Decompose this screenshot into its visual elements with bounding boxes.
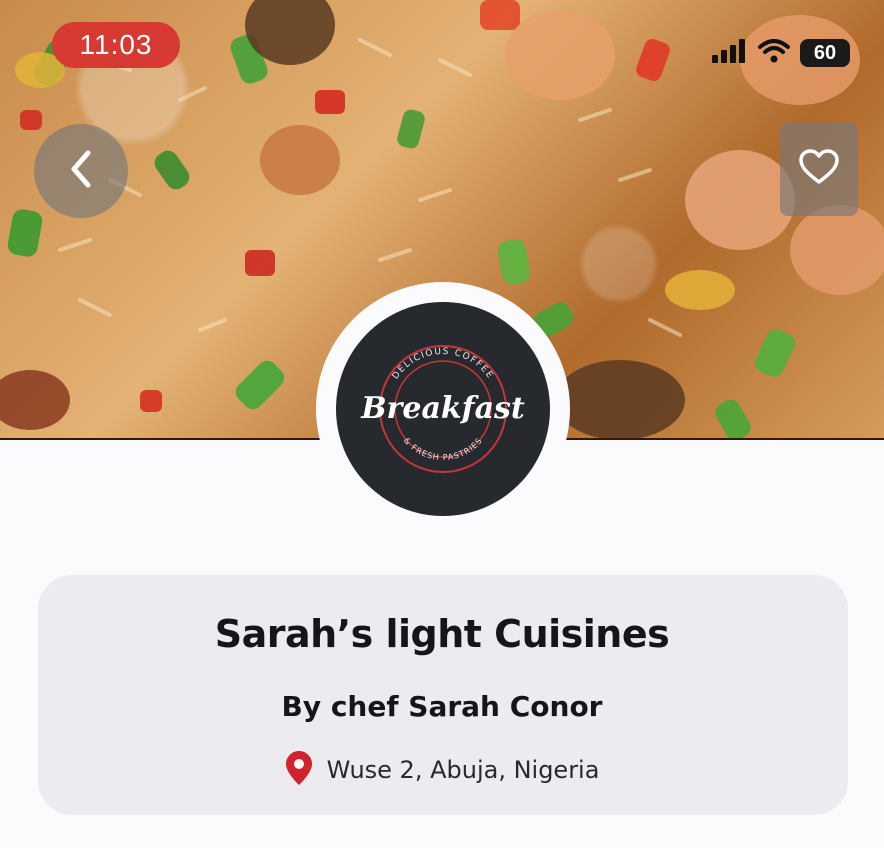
status-time: 11:03 (52, 22, 180, 68)
chevron-left-icon (66, 149, 96, 193)
back-button[interactable] (34, 124, 128, 218)
map-pin-icon (285, 750, 313, 790)
wifi-icon (758, 39, 790, 67)
restaurant-name: Sarah’s light Cuisines (214, 612, 670, 656)
heart-icon (799, 149, 839, 189)
logo-script: Breakfast (360, 391, 525, 426)
svg-text:DELICIOUS COFFEE: DELICIOUS COFFEE (391, 347, 496, 381)
logo-arc-bottom: & FRESH PASTRIES (402, 436, 483, 462)
logo-arc-top: DELICIOUS COFFEE (391, 347, 494, 381)
restaurant-logo: DELICIOUS COFFEE & FRESH PASTRIES Breakf… (336, 302, 550, 516)
battery-icon: 60 (800, 39, 850, 67)
location-row: Wuse 2, Abuja, Nigeria (0, 750, 884, 790)
status-icons: 60 (712, 36, 850, 70)
favorite-button[interactable] (780, 122, 858, 216)
signal-icon (712, 39, 748, 67)
svg-text:& FRESH PASTRIES: & FRESH PASTRIES (402, 436, 484, 462)
location-text: Wuse 2, Abuja, Nigeria (326, 756, 600, 784)
chef-name: By chef Sarah Conor (281, 690, 603, 723)
